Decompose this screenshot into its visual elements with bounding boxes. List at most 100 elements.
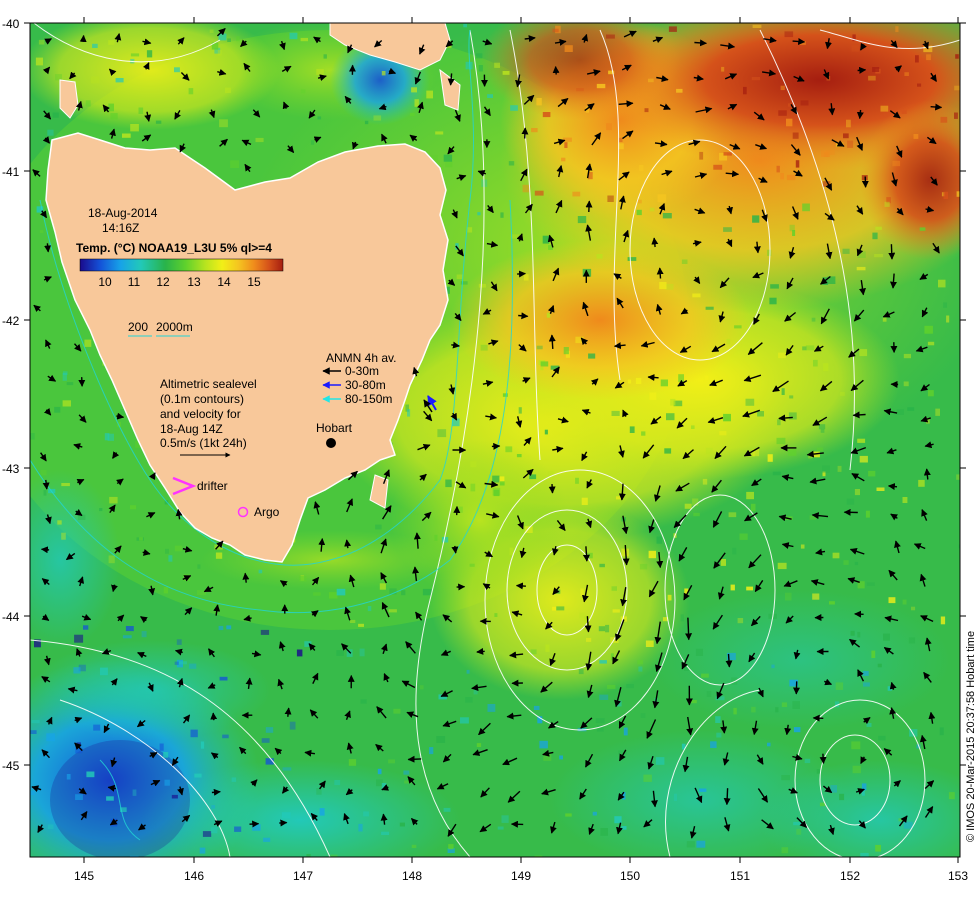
sst-pixel [35,57,43,66]
hobart-label: Hobart [316,421,353,435]
sst-pixel [902,599,907,605]
sst-pixel [781,702,788,707]
velocity-arrow [515,582,526,590]
sst-pixel [778,352,786,359]
sst-pixel [130,53,140,57]
sst-pixel [792,701,800,709]
sst-pixel [800,100,809,106]
sst-pixel [655,757,665,765]
sst-pixel [648,78,654,83]
sst-pixel [174,661,179,665]
velocity-arrow [242,572,250,583]
velocity-arrow [930,103,943,111]
sst-pixel [576,88,584,92]
sst-pixel [100,667,108,676]
sst-pixel [363,811,369,817]
sst-pixel [104,433,110,441]
sst-pixel [502,393,508,397]
sst-pixel [501,815,509,823]
sst-pixel [676,88,683,93]
sst-pixel [795,160,800,168]
sst-pixel [579,612,585,619]
velocity-arrow [518,312,529,320]
sst-pixel [904,72,909,76]
sst-pixel [926,54,931,61]
sst-pixel [809,515,817,520]
velocity-arrow [888,244,896,260]
sst-pixel [637,199,642,204]
sst-pixel [946,315,950,323]
sst-pixel [680,614,684,622]
anmn-label: 80-150m [345,392,392,406]
sst-pixel [209,29,214,33]
sst-pixel [843,133,849,139]
sst-pixel [843,560,849,565]
sst-pixel [775,707,779,713]
sst-pixel [159,743,164,751]
sst-pixel [832,552,840,559]
sst-pixel [197,564,201,569]
sst-pixel [319,808,325,816]
sst-pixel [599,694,609,700]
sst-pixel [434,534,438,541]
sst-pixel [542,235,550,244]
sst-pixel [188,663,197,669]
sst-pixel [443,154,453,162]
sst-pixel [793,821,802,826]
sst-pixel [623,727,628,736]
sst-pixel [316,788,322,795]
sst-pixel [846,498,855,505]
sst-pixel [470,483,476,492]
sst-pixel [125,626,134,632]
sst-pixel [648,550,656,559]
sst-pixel [139,537,143,541]
sst-pixel [875,844,881,852]
sst-pixel [30,790,35,795]
sst-pixel [323,54,327,59]
sst-pixel [772,471,782,476]
sst-pixel [236,36,240,42]
sst-pixel [872,67,880,72]
sst-pixel [721,66,725,72]
sst-pixel [85,100,91,107]
sst-pixel [842,248,850,254]
sst-pixel [839,793,845,801]
sst-pixel [643,774,652,782]
sst-pixel [465,61,473,70]
sst-pixel [30,730,37,734]
sst-pixel [723,152,732,156]
sst-pixel [943,191,949,200]
sst-pixel [492,475,500,483]
sst-pixel [692,293,701,298]
sst-pixel [230,160,240,168]
x-tick-label: 152 [840,869,860,883]
velocity-arrow [685,617,693,641]
velocity-arrow [548,334,556,349]
sst-pixel [466,669,470,674]
sst-pixel [316,68,324,75]
sst-pixel [903,821,913,829]
y-tick-label: -45 [2,759,20,773]
sst-pixel [552,28,559,33]
sst-pixel [777,419,781,426]
velocity-arrow [407,755,422,763]
sst-pixel [596,83,606,89]
sst-pixel [39,230,44,234]
sst-pixel [908,637,916,644]
sst-pixel [377,768,382,775]
sst-pixel [539,740,548,749]
sst-pixel [800,544,805,549]
sst-pixel [141,631,147,638]
sst-pixel [901,110,907,114]
sst-pixel [393,708,401,714]
sst-pixel [935,408,940,416]
sst-pixel [281,812,291,819]
sst-pixel [334,780,341,786]
sst-pixel [110,113,118,120]
velocity-arrow [210,712,218,721]
map-date: 18-Aug-2014 [88,206,158,220]
sst-pixel [868,470,876,477]
sst-pixel [210,827,218,834]
sst-pixel [328,592,338,599]
sst-pixel [637,660,643,665]
